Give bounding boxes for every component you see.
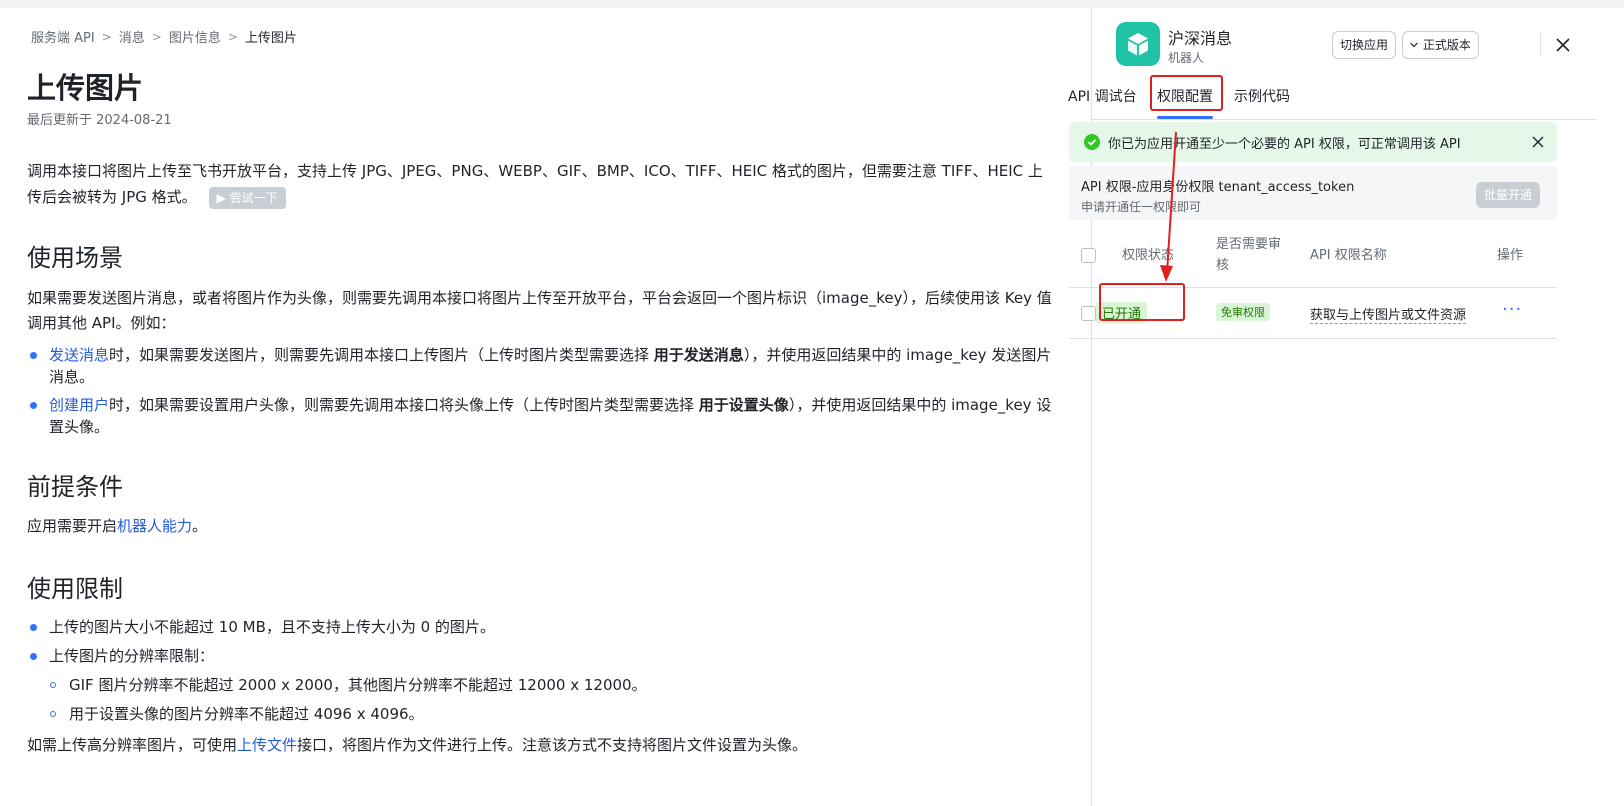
usage-paragraph: 如果需要发送图片消息，或者将图片作为头像，则需要先调用本接口将图片上传至开放平台…	[27, 289, 1052, 332]
section-heading-usage: 使用场景	[27, 244, 123, 272]
chevron-right-icon: >	[227, 29, 238, 44]
section-heading-prereq: 前提条件	[27, 473, 123, 501]
breadcrumb-item[interactable]: 服务端 API	[31, 27, 95, 46]
list-item: 上传图片的分辨率限制：	[27, 645, 1057, 667]
para-text: 接口，将图片作为文件进行上传。注意该方式不支持将图片文件设置为头像。	[297, 736, 808, 754]
section-heading-limits: 使用限制	[27, 575, 123, 603]
list-item-bold: 用于发送消息	[653, 346, 744, 364]
last-updated: 最后更新于 2024-08-21	[27, 113, 172, 128]
page-title: 上传图片	[27, 71, 144, 105]
bullet-ring	[50, 711, 56, 717]
breadcrumb-item[interactable]: 消息	[119, 27, 145, 46]
list-item: 创建用户时，如果需要设置用户头像，则需要先调用本接口将头像上传（上传时图片类型需…	[27, 394, 1057, 438]
api-side-panel: 沪深消息 机器人 切换应用 正式版本 API 调试台 权限配置 示例代码 你已为…	[1068, 8, 1624, 806]
sub-list-item: 用于设置头像的图片分辨率不能超过 4096 x 4096。	[27, 703, 1057, 725]
annotation-arrow	[1160, 131, 1177, 282]
list-item-text: 时，如果需要设置用户头像，则需要先调用本接口将头像上传（上传时图片类型需要选择	[109, 396, 699, 414]
list-item-text: 上传图片的分辨率限制：	[49, 647, 215, 665]
prereq-text: 应用需要开启	[27, 517, 118, 535]
bullet-dot	[30, 352, 37, 359]
upload-file-paragraph: 如需上传高分辨率图片，可使用上传文件接口，将图片作为文件进行上传。注意该方式不支…	[27, 733, 1057, 758]
create-user-link[interactable]: 创建用户	[49, 396, 109, 414]
list-item: 上传的图片大小不能超过 10 MB，且不支持上传大小为 0 的图片。	[27, 616, 1057, 638]
intro-paragraph: 调用本接口将图片上传至飞书开放平台，支持上传 JPG、JPEG、PNG、WEBP…	[27, 158, 1057, 210]
breadcrumb-item[interactable]: 图片信息	[169, 27, 221, 46]
list-item: 发送消息时，如果需要发送图片，则需要先调用本接口上传图片（上传时图片类型需要选择…	[27, 344, 1057, 388]
bullet-dot	[30, 653, 37, 660]
para-text: 如需上传高分辨率图片，可使用	[27, 736, 238, 754]
prereq-paragraph: 应用需要开启机器人能力。	[27, 514, 1057, 539]
sub-list-item-text: GIF 图片分辨率不能超过 2000 x 2000，其他图片分辨率不能超过 12…	[69, 676, 647, 694]
try-it-button[interactable]: ▶ 尝试一下	[208, 186, 286, 209]
send-message-link[interactable]: 发送消息	[49, 346, 109, 364]
prereq-text-end: 。	[192, 517, 208, 535]
list-item-bold: 用于设置头像	[698, 396, 789, 414]
chevron-right-icon: >	[151, 29, 162, 44]
list-item-text: 时，如果需要发送图片，则需要先调用本接口上传图片（上传时图片类型需要选择	[109, 346, 654, 364]
breadcrumb: 服务端 API > 消息 > 图片信息 > 上传图片	[31, 27, 297, 47]
chevron-right-icon: >	[101, 29, 112, 44]
sub-list-item-text: 用于设置头像的图片分辨率不能超过 4096 x 4096。	[69, 705, 424, 723]
bot-capability-link[interactable]: 机器人能力	[117, 517, 192, 535]
breadcrumb-current: 上传图片	[244, 31, 297, 46]
upload-file-link[interactable]: 上传文件	[237, 736, 297, 754]
bullet-dot	[30, 624, 37, 631]
intro-text: 调用本接口将图片上传至飞书开放平台，支持上传 JPG、JPEG、PNG、WEBP…	[27, 162, 1043, 206]
bullet-dot	[30, 402, 37, 409]
bullet-ring	[50, 682, 56, 688]
list-item-text: 上传的图片大小不能超过 10 MB，且不支持上传大小为 0 的图片。	[49, 618, 495, 636]
top-strip	[0, 0, 1624, 8]
sub-list-item: GIF 图片分辨率不能超过 2000 x 2000，其他图片分辨率不能超过 12…	[27, 674, 1057, 696]
